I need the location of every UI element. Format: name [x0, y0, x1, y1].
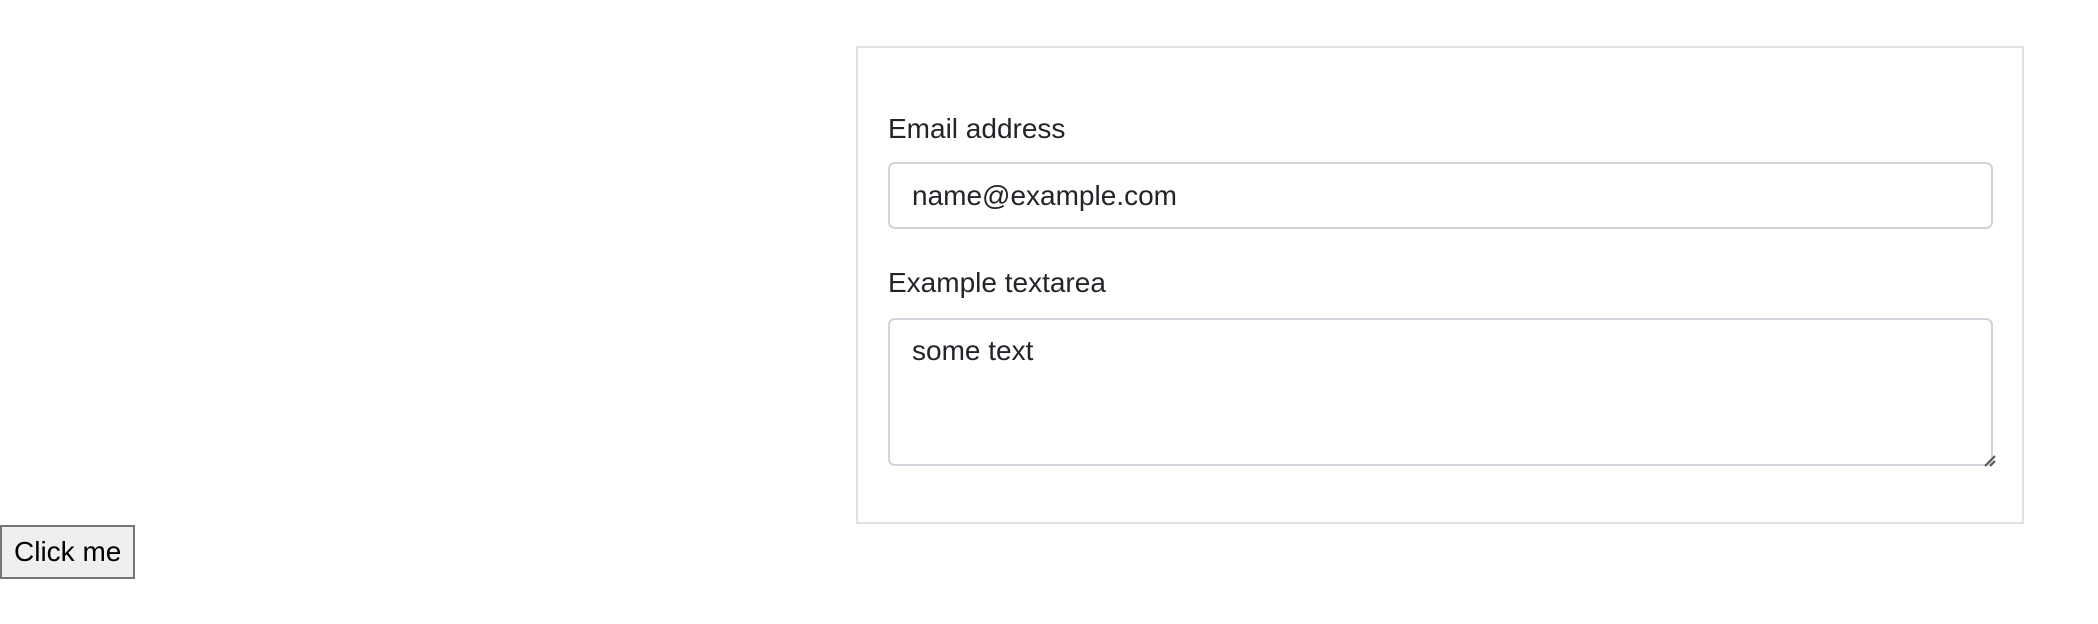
example-textarea[interactable]: some text: [888, 318, 1993, 466]
page: Email address Example textarea some text…: [0, 0, 2098, 624]
click-me-button[interactable]: Click me: [0, 525, 136, 579]
email-input[interactable]: [888, 162, 1993, 229]
resize-grip-icon[interactable]: [1980, 451, 1996, 467]
email-label: Email address: [888, 113, 1066, 144]
textarea-label: Example textarea: [888, 267, 1106, 298]
form-card: Email address Example textarea some text: [856, 46, 2024, 524]
